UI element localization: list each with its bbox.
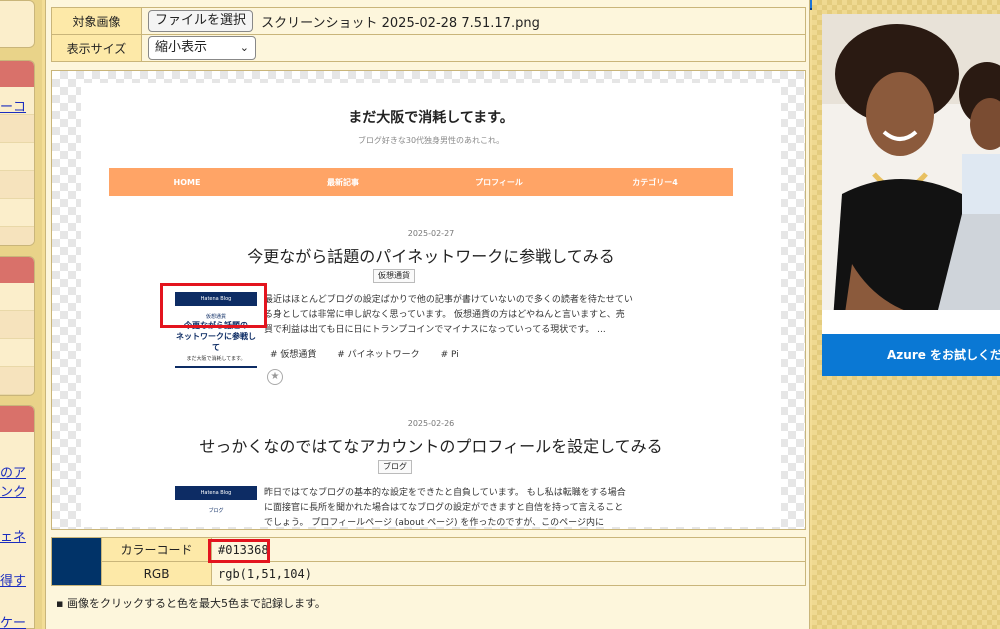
thumb-category: ブログ: [208, 508, 224, 514]
rgb-value[interactable]: rgb(1,51,104): [211, 561, 806, 586]
tag: # 仮想通貨: [270, 350, 317, 360]
post-title: 今更ながら話題のパイネットワークに参戦してみる: [247, 247, 615, 266]
sidebar-link[interactable]: ケー: [0, 612, 34, 629]
sidebar-link[interactable]: ーコ: [0, 96, 34, 115]
tag: # Pi: [440, 350, 459, 360]
nav-item-profile: プロフィール: [475, 177, 523, 187]
nav-item-category: カテゴリー4: [632, 177, 678, 187]
star-add-icon: ★: [267, 369, 283, 385]
color-code-cell: #013368: [211, 537, 806, 562]
size-label: 表示サイズ: [51, 34, 142, 62]
nav-item-home: HOME: [173, 177, 201, 187]
post-category: ブログ: [378, 460, 412, 474]
chevron-down-icon: ⌄: [239, 41, 249, 54]
excerpt-line: る身としては非常に申し訳なく思っています。 仮想通貨の方はどやねんと言いますと、…: [264, 310, 625, 320]
size-select-cell: 縮小表示 ⌄: [141, 34, 806, 62]
highlight-box: [160, 283, 267, 328]
post-excerpt: 昨日ではてなブログの基本的な設定をできたと自負しています。 もし私は転職をする場…: [264, 486, 674, 529]
excerpt-line: 昨日ではてなブログの基本的な設定をできたと自負しています。 もし私は転職をする場…: [264, 488, 626, 498]
right-sidebar: Azure をお試しくだ: [812, 0, 1000, 629]
post-tags: # 仮想通貨 # パイネットワーク # Pi: [270, 347, 477, 360]
post-thumbnail: Hatena Blog ブログ: [175, 486, 257, 514]
blog-subtitle: ブログ好きな30代独身男性のあれこれ。: [357, 136, 505, 145]
excerpt-line: でしょう。 プロフィールページ (about ページ) を作ったのですが、このペ…: [264, 518, 604, 528]
file-name: スクリーンショット 2025-02-28 7.51.17.png: [261, 15, 540, 31]
image-preview[interactable]: まだ大阪で消耗してます。 ブログ好きな30代独身男性のあれこれ。 HOME 最新…: [51, 70, 806, 530]
ad-photo: [822, 14, 1000, 334]
excerpt-line: 買で利益は出ても日に日にトランプコインでマイナスになっていってる現状です。 ..…: [264, 325, 606, 335]
sidebar-link[interactable]: のア: [0, 462, 34, 481]
file-input-cell: ファイルを選択 スクリーンショット 2025-02-28 7.51.17.png: [141, 7, 806, 35]
color-result-table: カラーコード #013368 RGB rgb(1,51,104): [51, 537, 806, 586]
thumb-bar: Hatena Blog: [175, 486, 257, 500]
color-code-label: カラーコード: [101, 537, 212, 562]
sidebar-link[interactable]: ンク: [0, 481, 34, 500]
azure-cta-button[interactable]: Azure をお試しくだ: [822, 334, 1000, 376]
post-date: 2025-02-27: [407, 229, 455, 238]
thumb-blogname: まだ大阪で消耗してます。: [186, 356, 246, 362]
post-excerpt: 最近はほとんどブログの設定ばかりで他の記事が書けていないので多くの読者を待たせて…: [264, 293, 674, 338]
color-swatch: [51, 537, 102, 586]
left-sidebar: ーコ のア ンク ェネ 得す ケー: [0, 0, 42, 629]
tag: # パイネットワーク: [337, 350, 420, 360]
nav-item-latest: 最新記事: [327, 177, 359, 187]
sidebar-box: [0, 405, 35, 629]
sidebar-box: [0, 0, 35, 48]
main-panel: 対象画像 ファイルを選択 スクリーンショット 2025-02-28 7.51.1…: [45, 0, 810, 629]
rgb-label: RGB: [101, 561, 212, 586]
choose-file-button[interactable]: ファイルを選択: [148, 10, 254, 32]
sidebar-link[interactable]: 得す: [0, 570, 34, 589]
highlight-box: [208, 539, 270, 563]
sidebar-box: [0, 60, 35, 246]
excerpt-line: 最近はほとんどブログの設定ばかりで他の記事が書けていないので多くの読者を待たせて…: [264, 295, 633, 305]
post-category: 仮想通貨: [373, 269, 415, 283]
image-label: 対象画像: [51, 7, 142, 35]
sidebar-box: [0, 256, 35, 396]
azure-ad[interactable]: Azure をお試しくだ: [822, 14, 1000, 376]
size-select-value: 縮小表示: [155, 40, 208, 55]
blog-title: まだ大阪で消耗してます。: [348, 110, 514, 126]
upload-form: 対象画像 ファイルを選択 スクリーンショット 2025-02-28 7.51.1…: [51, 7, 806, 62]
size-select[interactable]: 縮小表示 ⌄: [148, 36, 256, 60]
post-date: 2025-02-26: [407, 419, 455, 428]
blog-nav: HOME 最新記事 プロフィール カテゴリー4: [109, 168, 733, 196]
post-title: せっかくなのではてなアカウントのプロフィールを設定してみる: [199, 437, 663, 456]
sidebar-link[interactable]: ェネ: [0, 526, 34, 545]
excerpt-line: に面接官に長所を聞かれた場合はてなブログの設定ができますと自信を持って言えること: [264, 503, 624, 513]
usage-note: ▪ 画像をクリックすると色を最大5色まで記録します。: [56, 597, 326, 610]
thumb-title-2: ネットワークに参戦して: [176, 332, 256, 352]
